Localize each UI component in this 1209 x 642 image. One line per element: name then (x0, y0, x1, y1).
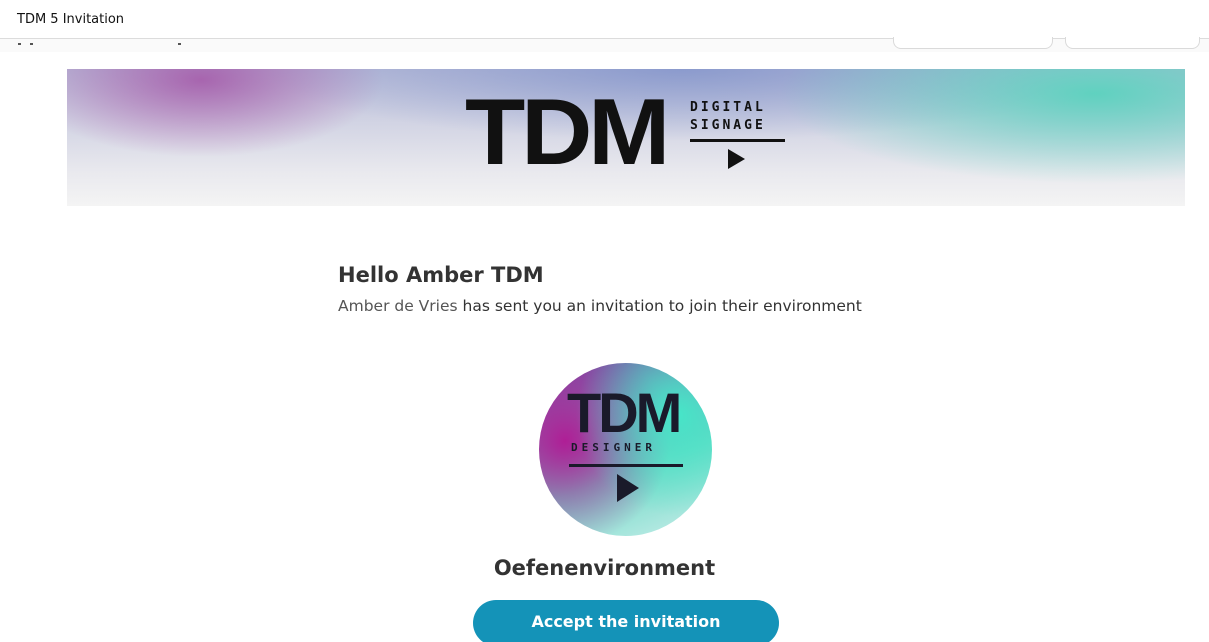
window-titlebar: TDM 5 Invitation (0, 0, 1209, 40)
play-icon (728, 149, 745, 169)
logo-subtitle-2: SIGNAGE (690, 118, 766, 133)
toolbar-field[interactable] (893, 37, 1053, 49)
logo-wordmark: TDM (567, 381, 682, 444)
toolbar-dropdown-icon[interactable] (178, 43, 181, 45)
tdm-digital-signage-logo: TDM DIGITAL SIGNAGE (465, 85, 795, 183)
toolbar-dropdown[interactable] (1065, 37, 1200, 49)
message-text: has sent you an invitation to join their… (457, 297, 862, 315)
sender-name: Amber de Vries (338, 297, 458, 315)
greeting-heading: Hello Amber TDM (338, 263, 544, 287)
logo-subtitle: DESIGNER (571, 441, 656, 454)
environment-name: Oefenenvironment (493, 556, 716, 580)
play-icon (617, 474, 639, 502)
invitation-body: Hello Amber TDM Amber de Vries has sent … (338, 262, 898, 318)
toolbar-icon[interactable] (18, 43, 21, 45)
logo-subtitle-1: DIGITAL (690, 100, 766, 115)
toolbar-icon[interactable] (30, 43, 33, 45)
window-title: TDM 5 Invitation (17, 12, 125, 27)
header-banner: TDM DIGITAL SIGNAGE (67, 69, 1185, 206)
logo-divider (569, 464, 683, 467)
logo-divider (690, 139, 785, 142)
logo-wordmark: TDM (465, 79, 670, 184)
email-toolbar (0, 37, 1209, 52)
tdm-designer-logo: TDM DESIGNER (539, 363, 712, 536)
invitation-message: Amber de Vries has sent you an invitatio… (338, 294, 878, 318)
accept-invitation-button[interactable]: Accept the invitation (473, 600, 779, 642)
